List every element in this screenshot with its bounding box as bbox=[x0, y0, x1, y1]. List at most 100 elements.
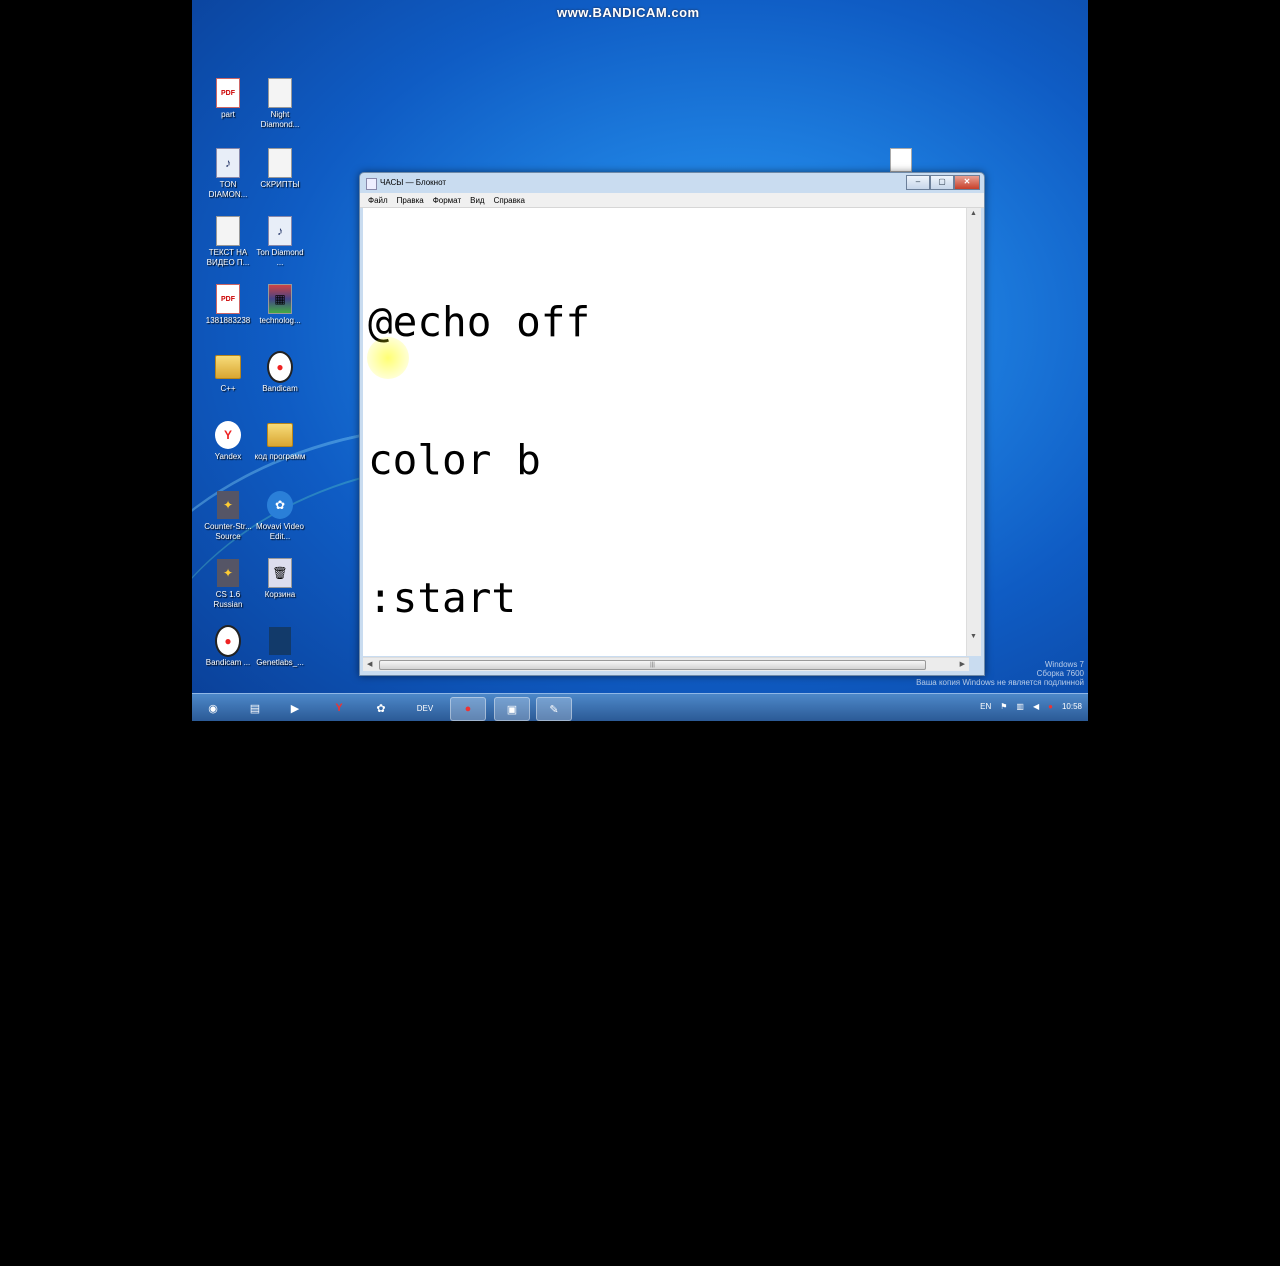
recycle-bin-icon: 🗑 bbox=[267, 558, 293, 588]
desktop-icon[interactable]: 🗑 Корзина bbox=[254, 558, 306, 600]
bandicam-icon: ● bbox=[215, 625, 241, 657]
desktop-icon[interactable]: ✿ Movavi Video Edit... bbox=[254, 490, 306, 542]
bandicam-icon: ● bbox=[267, 351, 293, 383]
document-icon bbox=[268, 148, 292, 178]
desktop-icon[interactable]: ТЕКСТ НА ВИДЕО П... bbox=[202, 216, 254, 268]
taskbar: ◉ ▤ ▶ Y ✿ DEV ● ▣ ✎ EN ⚑ ▥ ◀ ● 10:58 bbox=[192, 693, 1088, 721]
desktop-icon[interactable]: код программ bbox=[254, 420, 306, 462]
editor-line: echo %time% bbox=[368, 850, 640, 898]
scroll-down-icon[interactable]: ▼ bbox=[970, 633, 977, 640]
flag-icon[interactable]: ⚑ bbox=[1000, 702, 1007, 711]
desktop-icon-label: Ton Diamond ... bbox=[256, 248, 304, 267]
mp3-file-icon: ♪ bbox=[215, 148, 241, 178]
desktop-file-icon[interactable] bbox=[890, 148, 912, 172]
desktop-icon[interactable]: ♪ Ton Diamond ... bbox=[254, 216, 306, 268]
movavi-icon: ✿ bbox=[267, 491, 293, 519]
paint-taskbar-icon[interactable]: ▣ bbox=[494, 697, 530, 721]
notepad-window[interactable]: ЧАСЫ — Блокнот – ▢ ✕ Файл Правка Формат … bbox=[359, 172, 985, 1173]
desktop-icon[interactable]: ♪ TON DIAMON... bbox=[202, 148, 254, 200]
app-icon bbox=[267, 626, 293, 656]
close-button[interactable]: ✕ bbox=[954, 175, 980, 190]
editor-line: timeout 0 /nobreak>nul bbox=[368, 988, 912, 1036]
desktop-icon-label: Movavi Video Edit... bbox=[256, 522, 304, 541]
desktop-icon-label: C++ bbox=[220, 384, 236, 393]
desktop-icon-label: TON DIAMON... bbox=[208, 180, 248, 199]
document-icon bbox=[268, 78, 292, 108]
editor-line-last: goto start bbox=[368, 1126, 617, 1174]
clock[interactable]: 10:58 bbox=[1062, 702, 1082, 711]
menu-view[interactable]: Вид bbox=[470, 196, 484, 205]
vertical-scrollbar[interactable]: ▲ ▼ bbox=[966, 208, 981, 656]
rar-archive-icon: ▦ bbox=[267, 284, 293, 314]
pdf-file-icon: PDF bbox=[215, 78, 241, 108]
desktop-icon[interactable]: СКРИПТЫ bbox=[254, 148, 306, 190]
menu-help[interactable]: Справка bbox=[494, 196, 525, 205]
desktop-icon-label: CS 1.6 Russian bbox=[213, 590, 243, 609]
desktop-icon[interactable]: PDF 1381883238 bbox=[202, 284, 254, 326]
recycle-bin-icon: 🗑 bbox=[268, 558, 292, 588]
menu-edit[interactable]: Правка bbox=[397, 196, 424, 205]
desktop-icon-label: СКРИПТЫ bbox=[260, 180, 300, 189]
title-bar[interactable]: ЧАСЫ — Блокнот – ▢ ✕ bbox=[360, 173, 984, 193]
mp3-file-icon: ♪ bbox=[268, 216, 292, 246]
mp3-file-icon: ♪ bbox=[216, 148, 240, 178]
horizontal-scroll-thumb[interactable]: ||| bbox=[379, 660, 926, 670]
network-icon[interactable]: ▥ bbox=[1016, 702, 1024, 711]
desktop-icon-label: Корзина bbox=[264, 590, 296, 599]
desktop-icon[interactable]: PDF part bbox=[202, 78, 254, 120]
desktop-icon-label: ТЕКСТ НА ВИДЕО П... bbox=[206, 248, 250, 267]
folder-icon bbox=[267, 423, 293, 447]
desktop-icon-label: Bandicam bbox=[262, 384, 298, 393]
rar-archive-icon: ▦ bbox=[268, 284, 292, 314]
record-icon[interactable]: ● bbox=[1048, 702, 1053, 711]
scroll-up-icon[interactable]: ▲ bbox=[970, 210, 977, 217]
desktop-icon-label: код программ bbox=[254, 452, 306, 461]
media-player-taskbar-icon[interactable]: ▶ bbox=[278, 697, 312, 719]
desktop-icon-label: 1381883238 bbox=[205, 316, 251, 325]
yandex-taskbar-icon[interactable]: Y bbox=[322, 697, 356, 719]
desktop-icon[interactable]: ▦ technolog... bbox=[254, 284, 306, 326]
notepad-taskbar-icon[interactable]: ✎ bbox=[536, 697, 572, 721]
explorer-taskbar-icon[interactable]: ▤ bbox=[238, 697, 272, 719]
pdf-file-icon: PDF bbox=[216, 78, 240, 108]
scroll-right-icon[interactable]: ▶ bbox=[960, 660, 965, 668]
desktop-icon-label: Counter-Str... Source bbox=[204, 522, 252, 541]
desktop-icon[interactable]: Genetlabs_... bbox=[254, 626, 306, 668]
bandicam-taskbar-icon[interactable]: ● bbox=[450, 697, 486, 721]
maximize-button[interactable]: ▢ bbox=[930, 175, 954, 190]
menu-bar: Файл Правка Формат Вид Справка bbox=[360, 193, 984, 208]
language-indicator[interactable]: EN bbox=[980, 702, 991, 711]
counter-strike-icon: ✦ bbox=[215, 558, 241, 588]
document-icon bbox=[267, 148, 293, 178]
start-button[interactable]: ◉ bbox=[196, 697, 230, 719]
yandex-browser-icon: Y bbox=[215, 420, 241, 450]
devcpp-taskbar-icon[interactable]: DEV bbox=[408, 697, 442, 719]
counter-strike-icon: ✦ bbox=[217, 491, 239, 519]
editor-line: :start bbox=[368, 574, 517, 622]
menu-file[interactable]: Файл bbox=[368, 196, 388, 205]
volume-icon[interactable]: ◀ bbox=[1033, 702, 1039, 711]
desktop-icon[interactable]: ✦ CS 1.6 Russian bbox=[202, 558, 254, 610]
menu-format[interactable]: Формат bbox=[433, 196, 461, 205]
horizontal-scrollbar[interactable]: ◀ ||| ▶ bbox=[363, 657, 969, 671]
movavi-taskbar-icon[interactable]: ✿ bbox=[364, 697, 398, 719]
folder-icon bbox=[215, 352, 241, 382]
desktop-icon-label: Bandicam ... bbox=[205, 658, 251, 667]
desktop-icon[interactable]: Y Yandex bbox=[202, 420, 254, 462]
yandex-browser-icon: Y bbox=[215, 421, 241, 449]
desktop-icon[interactable]: ● Bandicam ... bbox=[202, 625, 254, 668]
desktop-icon-label: Genetlabs_... bbox=[256, 658, 304, 667]
desktop-icon[interactable]: ● Bandicam bbox=[254, 351, 306, 394]
mp3-file-icon: ♪ bbox=[267, 216, 293, 246]
minimize-button[interactable]: – bbox=[906, 175, 930, 190]
counter-strike-icon: ✦ bbox=[217, 559, 239, 587]
scroll-left-icon[interactable]: ◀ bbox=[367, 660, 372, 668]
text-editor[interactable]: @echo off color b :start Cls echo %time%… bbox=[363, 208, 969, 1173]
window-title: ЧАСЫ — Блокнот bbox=[380, 178, 447, 187]
desktop-icon[interactable]: ✦ Counter-Str... Source bbox=[202, 490, 254, 542]
desktop-icon[interactable]: C++ bbox=[202, 352, 254, 394]
desktop-icon-label: Night Diamond... bbox=[260, 110, 300, 129]
desktop-icon[interactable]: Night Diamond... bbox=[254, 78, 306, 130]
app-icon bbox=[269, 627, 291, 655]
editor-content[interactable]: @echo off color b :start Cls echo %time%… bbox=[368, 207, 911, 1265]
